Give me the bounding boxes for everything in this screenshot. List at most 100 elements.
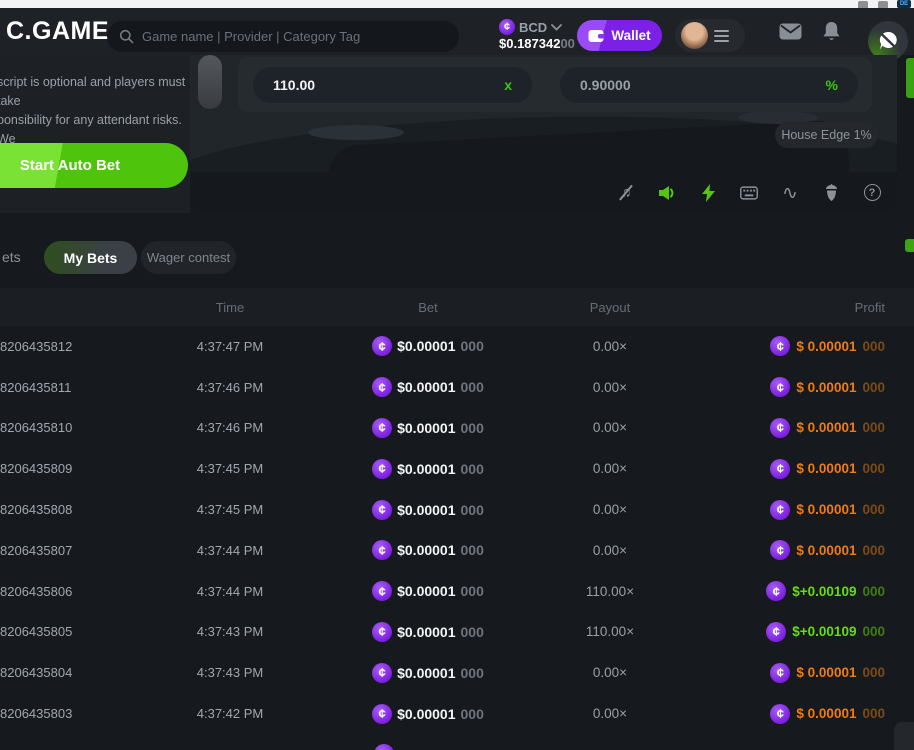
bet-profit: ¢ $+0.00109000 xyxy=(690,612,914,653)
coin-icon: ¢ xyxy=(770,418,790,438)
bet-row[interactable]: 8206435807 4:37:44 PM ¢ $0.00001000 0.00… xyxy=(0,530,914,571)
bet-profit: ¢ $ 0.00001000 xyxy=(690,693,914,734)
bets-table-header: Time Bet Payout Profit xyxy=(0,288,914,326)
bet-amount: ¢ $0.00001000 xyxy=(338,652,518,693)
bet-time: 4:37:43 PM xyxy=(165,612,295,653)
coin-icon: ¢ xyxy=(770,377,790,397)
bc-game-page: DE C.GAME ¢ BCD $0.18734200 xyxy=(0,0,914,750)
right-edge-green-accent xyxy=(906,58,914,98)
chat-off-icon xyxy=(878,31,899,51)
bet-profit-value: $ 0.00001 xyxy=(796,665,856,680)
bet-id: 8206435810 xyxy=(0,408,165,449)
bet-id: 8206435804 xyxy=(0,652,165,693)
bet-payout: 0.00× xyxy=(540,408,680,449)
bet-profit-value: $+0.00109 xyxy=(792,624,856,639)
deepl-extension-icon[interactable]: DE xyxy=(897,0,911,8)
bet-row[interactable]: 8206435806 4:37:44 PM ¢ $0.00001000 110.… xyxy=(0,571,914,612)
coin-icon: ¢ xyxy=(372,500,392,520)
bet-row[interactable]: 8206435811 4:37:46 PM ¢ $0.00001000 0.00… xyxy=(0,367,914,408)
music-off-icon[interactable]: ♫ xyxy=(617,184,635,202)
game-scene: x % House Edge 1% ♫ ∿ xyxy=(190,55,897,213)
bets-tabs: ets My Bets Wager contest xyxy=(0,241,914,274)
bet-profit-trailing: 000 xyxy=(862,420,885,435)
bet-amount: ¢ $0.00001000 xyxy=(338,367,518,408)
tab-my-bets[interactable]: My Bets xyxy=(44,241,137,274)
trends-icon[interactable]: ∿ xyxy=(781,184,799,202)
bet-amount-trailing: 000 xyxy=(461,706,484,722)
bet-row[interactable]: 8206435810 4:37:46 PM ¢ $0.00001000 0.00… xyxy=(0,408,914,449)
bet-amount-value: $0.00001 xyxy=(397,420,455,436)
game-background-highlight xyxy=(308,125,404,140)
bet-amount: ¢ $0.00001000 xyxy=(338,693,518,734)
payout-multiplier-field[interactable]: x xyxy=(253,67,532,103)
bet-amount-value: $0.00001 xyxy=(397,583,455,599)
coin-icon: ¢ xyxy=(372,581,392,601)
seed-icon[interactable] xyxy=(822,184,840,202)
win-chance-input[interactable] xyxy=(580,77,826,93)
bet-amount: ¢ $0.00001000 xyxy=(338,612,518,653)
hotkeys-icon[interactable] xyxy=(740,184,758,202)
game-toolbar: ♫ ∿ ? xyxy=(190,172,897,213)
turbo-bet-icon[interactable] xyxy=(699,184,717,202)
bet-time: 4:37:45 PM xyxy=(165,448,295,489)
messages-button[interactable] xyxy=(779,8,802,55)
search-icon xyxy=(119,29,134,44)
bet-profit-trailing: 000 xyxy=(862,502,885,517)
bet-row[interactable]: 8206435808 4:37:45 PM ¢ $0.00001000 0.00… xyxy=(0,489,914,530)
bet-profit-value: $ 0.00001 xyxy=(796,339,856,354)
tab-all-bets[interactable]: ets xyxy=(2,241,21,274)
bet-payout: 0.00× xyxy=(540,530,680,571)
tab-wager-contest[interactable]: Wager contest xyxy=(141,241,236,274)
bet-profit: ¢ $ 0.00001000 xyxy=(690,530,914,571)
bet-payout: 0.00× xyxy=(540,367,680,408)
bet-row[interactable]: 8206435804 4:37:43 PM ¢ $0.00001000 0.00… xyxy=(0,652,914,693)
win-chance-field[interactable]: % xyxy=(560,67,858,103)
bet-id: 8206435812 xyxy=(0,326,165,367)
bet-amount-trailing: 000 xyxy=(461,665,484,681)
bet-amount: ¢ $0.00001000 xyxy=(338,326,518,367)
bet-time: 4:37:44 PM xyxy=(165,571,295,612)
bet-amount: ¢ $0.00001000 xyxy=(338,408,518,449)
wallet-button[interactable]: Wallet xyxy=(577,20,662,51)
browser-extension-icon[interactable] xyxy=(878,1,888,8)
bet-profit-value: $ 0.00001 xyxy=(796,502,856,517)
user-avatar[interactable] xyxy=(681,22,708,49)
currency-selector[interactable]: ¢ BCD $0.18734200 xyxy=(499,19,579,59)
bet-id: 8206435803 xyxy=(0,693,165,734)
bet-profit-value: $ 0.00001 xyxy=(796,706,856,721)
bet-amount-value: $0.00001 xyxy=(397,624,455,640)
bet-row[interactable]: 8206435809 4:37:45 PM ¢ $0.00001000 0.00… xyxy=(0,448,914,489)
coin-icon: ¢ xyxy=(372,418,392,438)
bet-profit-trailing: 000 xyxy=(862,461,885,476)
start-auto-bet-button[interactable]: Start Auto Bet xyxy=(0,143,188,188)
help-icon[interactable]: ? xyxy=(863,184,881,202)
bet-profit-value: $ 0.00001 xyxy=(796,461,856,476)
bet-row[interactable]: 8206435805 4:37:43 PM ¢ $0.00001000 110.… xyxy=(0,612,914,653)
bet-profit-trailing: 000 xyxy=(862,380,885,395)
bets-table-body: 8206435812 4:37:47 PM ¢ $0.00001000 0.00… xyxy=(0,326,914,734)
game-search-bar[interactable] xyxy=(107,21,459,52)
profile-menu[interactable] xyxy=(675,19,745,52)
bet-profit-trailing: 000 xyxy=(862,339,885,354)
bet-time: 4:37:47 PM xyxy=(165,326,295,367)
bet-amount: ¢ $0.00001000 xyxy=(338,489,518,530)
browser-extension-icon[interactable] xyxy=(858,1,868,8)
sound-on-icon[interactable] xyxy=(658,184,676,202)
bc-game-logo[interactable]: C.GAME xyxy=(6,17,109,46)
bet-amount-value: $0.00001 xyxy=(397,461,455,477)
bet-row[interactable]: 8206435803 4:37:42 PM ¢ $0.00001000 0.00… xyxy=(0,693,914,734)
bet-id: 8206435809 xyxy=(0,448,165,489)
bet-payout: 0.00× xyxy=(540,652,680,693)
coin-icon: ¢ xyxy=(766,581,786,601)
bet-profit: ¢ $ 0.00001000 xyxy=(690,326,914,367)
bet-row[interactable]: 8206435812 4:37:47 PM ¢ $0.00001000 0.00… xyxy=(0,326,914,367)
payout-multiplier-input[interactable] xyxy=(273,77,504,93)
bet-time: 4:37:42 PM xyxy=(165,693,295,734)
search-input[interactable] xyxy=(142,29,447,44)
bet-profit-trailing: 000 xyxy=(862,706,885,721)
bet-amount-value: $0.00001 xyxy=(397,706,455,722)
bet-amount: ¢ $0.00001000 xyxy=(338,571,518,612)
bell-icon xyxy=(822,21,841,42)
coin-icon: ¢ xyxy=(372,336,392,356)
notifications-button[interactable] xyxy=(822,8,841,55)
